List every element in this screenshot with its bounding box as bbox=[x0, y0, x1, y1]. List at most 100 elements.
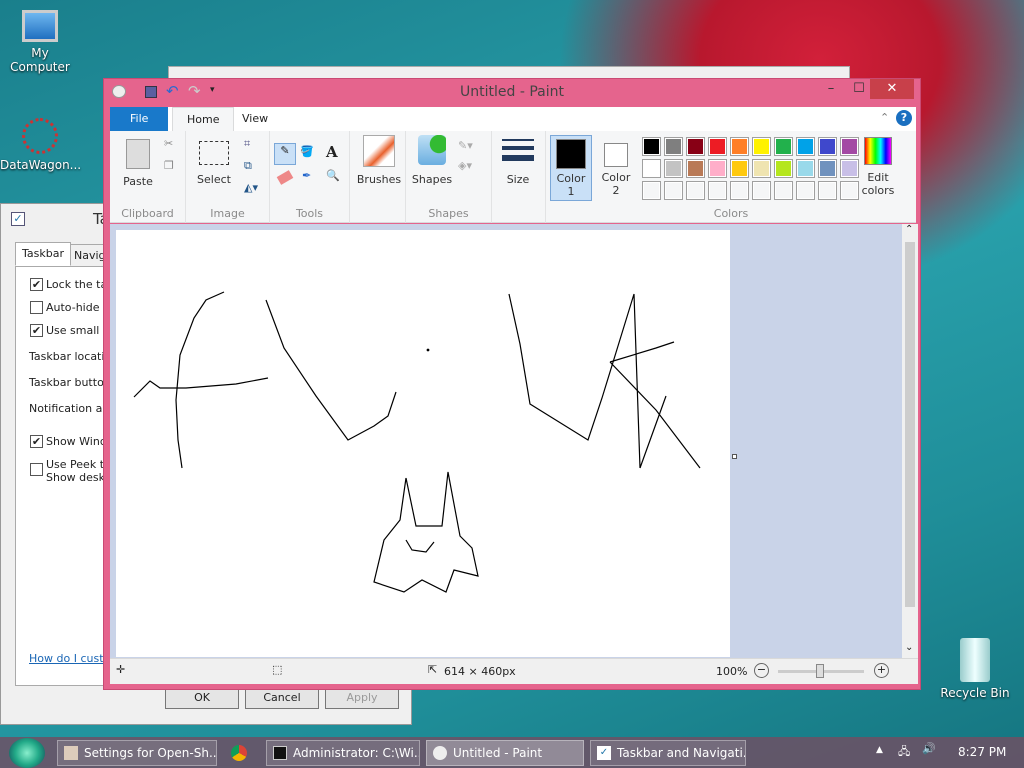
desktop-icon-my-computer[interactable]: My Computer bbox=[0, 10, 80, 74]
custom-color-slot[interactable] bbox=[664, 181, 683, 200]
palette-swatch[interactable] bbox=[730, 159, 749, 178]
auto-hide-checkbox[interactable]: Auto-hide th bbox=[30, 301, 114, 314]
pencil-icon[interactable]: ✎ bbox=[274, 143, 296, 165]
select-button[interactable]: Select bbox=[192, 141, 236, 201]
palette-swatch[interactable] bbox=[642, 137, 661, 156]
help-link[interactable]: How do I custo bbox=[29, 652, 110, 665]
size-button[interactable]: Size bbox=[498, 139, 538, 201]
tab-home[interactable]: Home bbox=[172, 107, 235, 131]
scroll-down-icon[interactable]: ⌄ bbox=[905, 642, 913, 653]
network-icon[interactable]: 🖧 bbox=[898, 743, 910, 762]
custom-color-slot[interactable] bbox=[686, 181, 705, 200]
taskbar-item-cmd[interactable]: Administrator: C:\Wi... bbox=[266, 740, 420, 766]
taskbar-item-settings[interactable]: Settings for Open-Sh... bbox=[57, 740, 217, 766]
custom-color-slot[interactable] bbox=[774, 181, 793, 200]
desktop-icon-recycle-bin[interactable]: Recycle Bin bbox=[935, 638, 1015, 700]
cut-icon[interactable]: ✂ bbox=[164, 137, 173, 150]
edit-colors-button[interactable]: Edit colors bbox=[856, 135, 900, 201]
stroke bbox=[175, 291, 225, 469]
clock[interactable]: 8:27 PM bbox=[958, 745, 1006, 759]
desktop-icon-datawagon[interactable]: DataWagon... bbox=[0, 118, 81, 172]
color1-button[interactable]: Color 1 bbox=[550, 135, 592, 201]
shapes-button[interactable]: Shapes bbox=[410, 135, 454, 201]
fill-icon[interactable]: 🪣 bbox=[300, 145, 314, 158]
collapse-ribbon-icon[interactable]: ⌃ bbox=[880, 111, 889, 124]
apply-button[interactable]: Apply bbox=[325, 687, 399, 709]
start-button[interactable] bbox=[9, 738, 45, 768]
title-bar[interactable]: ↶ ↷ ▾ Untitled - Paint – ☐ ✕ bbox=[104, 79, 920, 105]
image-size-icon: ⇱ bbox=[428, 663, 438, 676]
chrome-icon[interactable] bbox=[231, 745, 247, 761]
palette-swatch[interactable] bbox=[642, 159, 661, 178]
lock-taskbar-checkbox[interactable]: ✔ Lock the tas bbox=[30, 278, 113, 291]
taskbar-item-paint[interactable]: Untitled - Paint bbox=[426, 740, 584, 766]
custom-color-slot[interactable] bbox=[708, 181, 727, 200]
custom-color-slot[interactable] bbox=[818, 181, 837, 200]
stroke bbox=[508, 293, 641, 469]
show-windows-checkbox[interactable]: ✔ Show Windo bbox=[30, 435, 114, 448]
help-icon[interactable]: ? bbox=[896, 110, 912, 126]
ribbon: Paste ✂ ❐ Clipboard Select ⌗ ⧉ ◭▾ Image … bbox=[110, 131, 916, 223]
zoom-out-button[interactable]: − bbox=[754, 663, 769, 678]
palette-swatch[interactable] bbox=[774, 137, 793, 156]
tab-view[interactable]: View bbox=[228, 107, 282, 131]
outline-icon[interactable]: ✎▾ bbox=[458, 139, 473, 152]
tab-file[interactable]: File bbox=[110, 107, 169, 131]
scroll-up-icon[interactable]: ⌃ bbox=[905, 224, 913, 235]
zoom-slider-thumb[interactable] bbox=[816, 664, 824, 678]
palette-swatch[interactable] bbox=[818, 137, 837, 156]
palette-swatch[interactable] bbox=[796, 159, 815, 178]
close-button[interactable]: ✕ bbox=[870, 79, 914, 99]
copy-icon[interactable]: ❐ bbox=[164, 159, 174, 172]
palette-swatch[interactable] bbox=[664, 137, 683, 156]
palette-swatch[interactable] bbox=[686, 137, 705, 156]
zoom-in-button[interactable]: + bbox=[874, 663, 889, 678]
small-buttons-checkbox[interactable]: ✔ Use small ta bbox=[30, 324, 114, 337]
resize-handle[interactable] bbox=[732, 454, 737, 459]
scrollbar-thumb[interactable] bbox=[905, 242, 915, 607]
brushes-button[interactable]: Brushes bbox=[354, 135, 404, 201]
shortcut-icon bbox=[22, 118, 58, 154]
custom-color-slot[interactable] bbox=[642, 181, 661, 200]
palette-swatch[interactable] bbox=[730, 137, 749, 156]
canvas-area[interactable]: ⌃ ⌄ bbox=[110, 224, 918, 658]
palette-swatch[interactable] bbox=[686, 159, 705, 178]
paint-window[interactable]: ↶ ↷ ▾ Untitled - Paint – ☐ ✕ File Home V… bbox=[103, 78, 921, 690]
minimize-button[interactable]: – bbox=[816, 79, 846, 99]
palette-swatch[interactable] bbox=[708, 159, 727, 178]
eraser-icon[interactable] bbox=[276, 170, 294, 185]
crop-icon[interactable]: ⌗ bbox=[244, 137, 250, 151]
palette-swatch[interactable] bbox=[752, 159, 771, 178]
taskbar-item-taskbar-settings[interactable]: ✓ Taskbar and Navigati... bbox=[590, 740, 746, 766]
palette-swatch[interactable] bbox=[818, 159, 837, 178]
resize-icon[interactable]: ⧉ bbox=[244, 159, 252, 173]
palette-swatch[interactable] bbox=[664, 159, 683, 178]
shapes-group: Shapes ✎▾ ◈▾ Shapes bbox=[406, 131, 492, 223]
rotate-icon[interactable]: ◭▾ bbox=[244, 181, 258, 194]
vertical-scrollbar[interactable]: ⌃ ⌄ bbox=[902, 224, 918, 658]
tab-taskbar[interactable]: Taskbar bbox=[15, 242, 71, 266]
settings-icon bbox=[64, 746, 78, 760]
palette-swatch[interactable] bbox=[774, 159, 793, 178]
color-picker-icon[interactable]: ✒ bbox=[302, 169, 311, 182]
drawing-canvas[interactable] bbox=[116, 230, 730, 657]
palette-swatch[interactable] bbox=[708, 137, 727, 156]
taskbar: Settings for Open-Sh... Administrator: C… bbox=[0, 737, 1024, 768]
zoom-slider[interactable] bbox=[778, 664, 864, 678]
custom-color-slot[interactable] bbox=[730, 181, 749, 200]
palette-swatch[interactable] bbox=[796, 137, 815, 156]
show-hidden-icons[interactable]: ▲ bbox=[876, 745, 883, 755]
paste-button[interactable]: Paste bbox=[118, 137, 158, 201]
palette-swatch[interactable] bbox=[752, 137, 771, 156]
cancel-button[interactable]: Cancel bbox=[245, 687, 319, 709]
ok-button[interactable]: OK bbox=[165, 687, 239, 709]
custom-color-slot[interactable] bbox=[752, 181, 771, 200]
text-icon[interactable]: A bbox=[326, 143, 338, 161]
fill-shape-icon[interactable]: ◈▾ bbox=[458, 159, 472, 172]
custom-color-slot[interactable] bbox=[796, 181, 815, 200]
color2-button[interactable]: Color 2 bbox=[596, 135, 636, 201]
magnifier-icon[interactable]: 🔍 bbox=[326, 169, 340, 182]
volume-icon[interactable]: 🔊 bbox=[922, 742, 936, 755]
computer-icon bbox=[22, 10, 58, 42]
size-group: Size bbox=[492, 131, 546, 223]
